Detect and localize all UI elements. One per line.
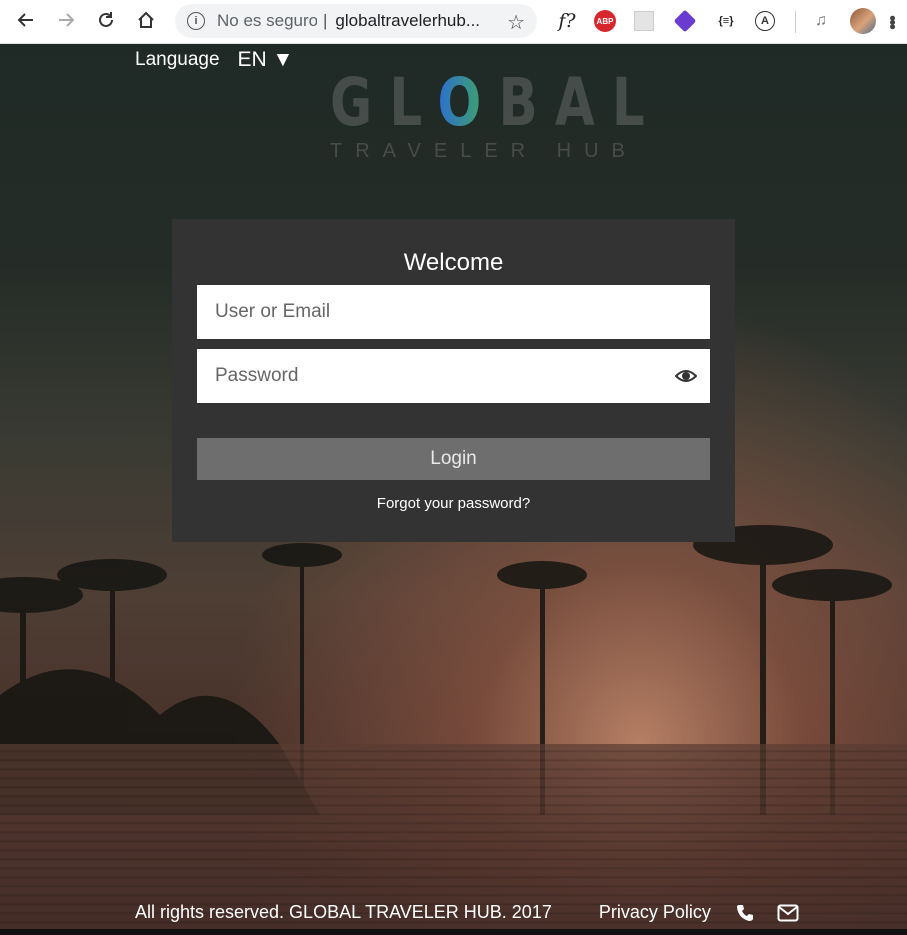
logo: GLOBAL TRAVELER HUB (330, 64, 662, 163)
bottom-scroll-edge (0, 929, 907, 935)
logo-wordmark: GLOBAL (330, 64, 662, 141)
info-icon[interactable]: i (187, 12, 205, 30)
address-bar[interactable]: i No es seguro | globaltravelerhub... ☆ (175, 4, 537, 38)
cube-extension-icon[interactable] (673, 9, 697, 33)
mail-icon[interactable] (777, 904, 799, 922)
language-dropdown[interactable]: EN ▼ (238, 48, 294, 72)
address-separator: | (323, 11, 328, 30)
grid-extension-icon[interactable] (634, 11, 654, 31)
page-background: Language EN ▼ GLOBAL TRAVELER HUB Welcom… (0, 44, 907, 935)
login-button[interactable]: Login (197, 438, 710, 480)
footer: All rights reserved. GLOBAL TRAVELER HUB… (135, 902, 799, 923)
formula-extension-icon[interactable]: f? (555, 9, 579, 33)
url-text[interactable]: globaltravelerhub... (335, 11, 495, 31)
security-status: No es seguro (217, 11, 317, 30)
login-card: Welcome Login Forgot your password? (172, 219, 735, 542)
password-input[interactable] (197, 349, 710, 403)
media-control-icon[interactable]: ♫ (810, 9, 832, 33)
arrow-right-icon (59, 13, 75, 27)
adblock-extension-icon[interactable]: ABP (594, 10, 616, 32)
forgot-password-link[interactable]: Forgot your password? (172, 495, 735, 512)
a-extension-icon[interactable]: A (755, 11, 775, 31)
profile-avatar[interactable] (850, 8, 876, 34)
eye-icon[interactable] (675, 367, 697, 385)
copyright-text: All rights reserved. GLOBAL TRAVELER HUB… (135, 902, 552, 922)
home-icon (138, 11, 154, 28)
toolbar-divider (795, 11, 796, 33)
browser-toolbar: i No es seguro | globaltravelerhub... ☆ … (0, 0, 907, 44)
back-button[interactable] (6, 0, 46, 40)
arrow-left-icon (17, 13, 33, 27)
reload-button[interactable] (86, 0, 126, 40)
user-email-input[interactable] (197, 285, 710, 339)
language-selector: Language EN ▼ (135, 48, 293, 72)
phone-icon[interactable] (735, 903, 755, 923)
kebab-menu-icon[interactable]: ••• (883, 9, 903, 33)
home-button[interactable] (126, 0, 166, 40)
json-extension-icon[interactable]: {≡} (714, 9, 738, 33)
login-title: Welcome (403, 249, 504, 276)
forward-button[interactable] (46, 0, 86, 40)
language-label: Language (135, 49, 220, 70)
reload-icon (99, 12, 113, 27)
privacy-policy-link[interactable]: Privacy Policy (599, 902, 711, 923)
logo-subtitle: TRAVELER HUB (330, 140, 638, 162)
bookmark-star-icon[interactable]: ☆ (507, 10, 525, 35)
